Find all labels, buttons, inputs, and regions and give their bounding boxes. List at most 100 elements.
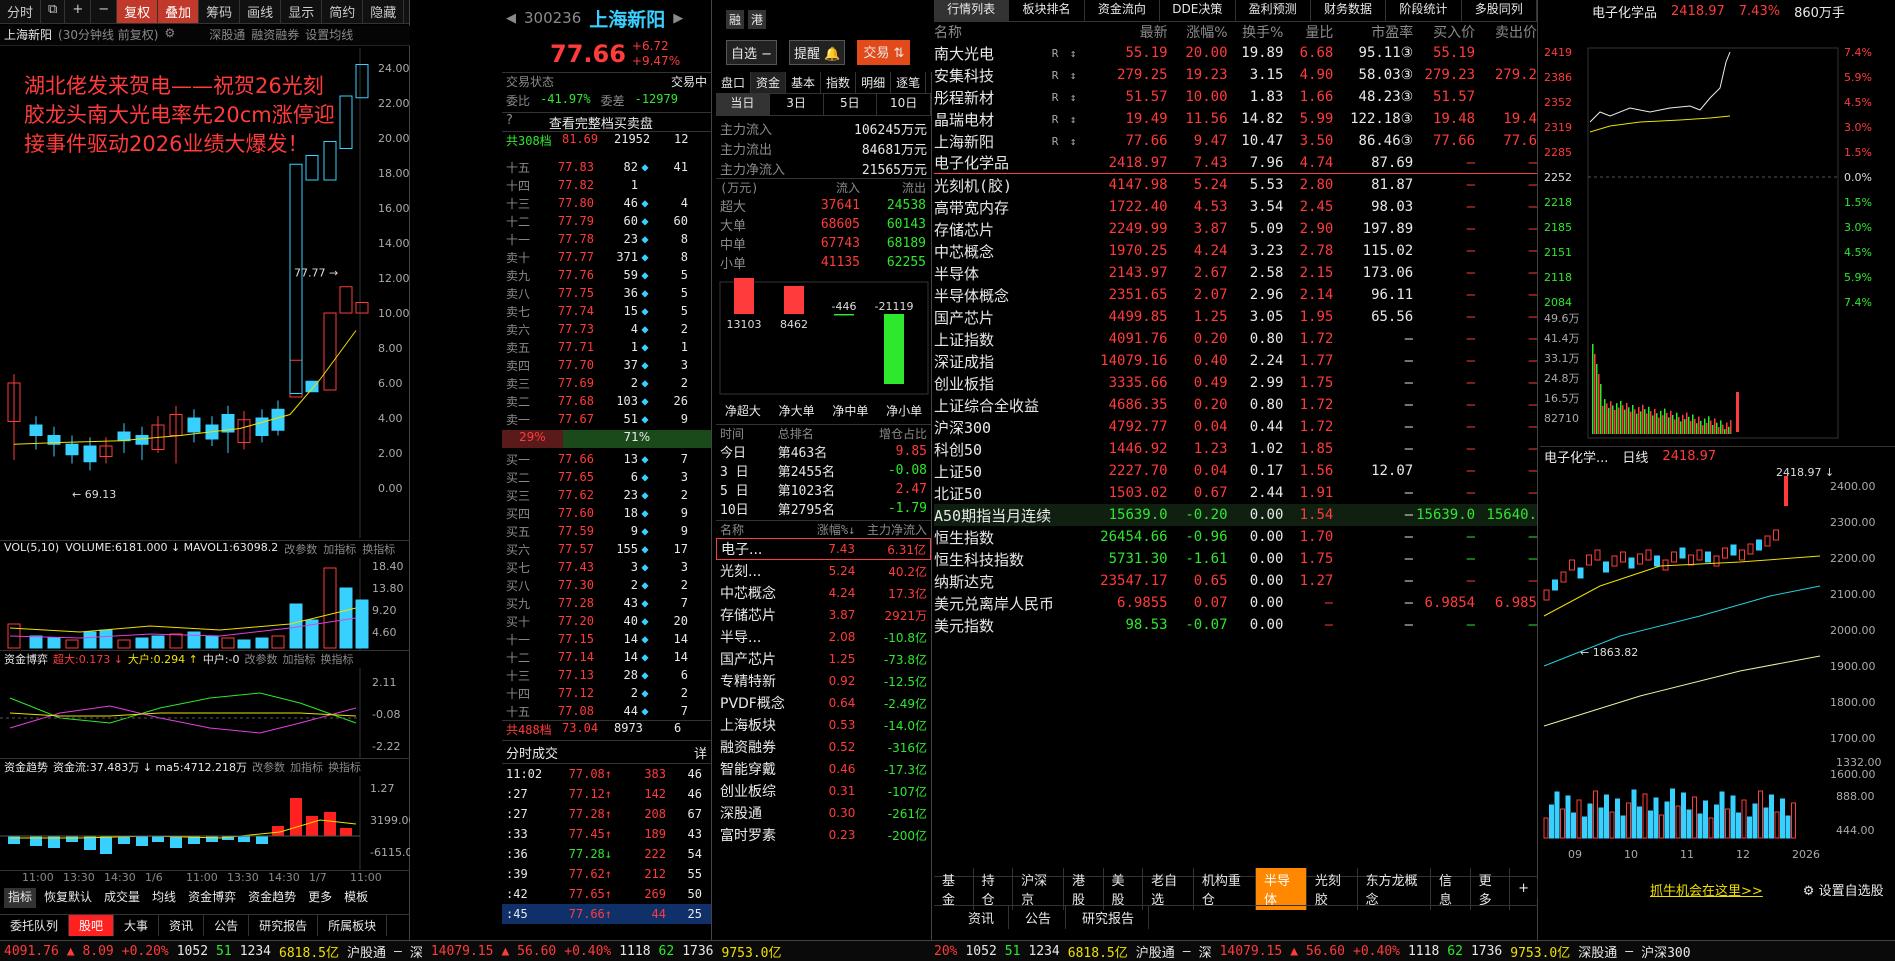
list-row[interactable]: 南大光电 R ↕ 55.19 20.00 19.89 6.68 95.11③ 55.19	[934, 42, 1537, 64]
trade-button[interactable]: 交易 ⇅	[857, 40, 911, 65]
list-bottom-tab[interactable]: 光刻胶	[1307, 867, 1358, 910]
list-bottom-tab[interactable]: 半导体	[1256, 867, 1307, 910]
sector-row[interactable]: PVDF概念 0.64 -2.49亿	[716, 692, 931, 714]
toolbar-btn-6[interactable]: 筹码	[199, 0, 241, 23]
list-row[interactable]: 晶瑞电材 R ↕ 19.49 11.56 14.82 5.99 122.18③ 19.48 19.…	[934, 108, 1537, 130]
list-row[interactable]: 国产芯片 4499.85 1.25 3.05 1.95 65.56 — —	[934, 306, 1537, 328]
list-row[interactable]: 电子化学品 2418.97 7.43 7.96 4.74 87.69 — —	[934, 152, 1537, 174]
list-bottom-tab[interactable]: 信息	[1431, 867, 1471, 910]
sector-row[interactable]: 中芯概念 4.24 17.3亿	[716, 582, 931, 604]
indicator-tab[interactable]: 恢复默认	[40, 888, 96, 908]
hk-tag[interactable]: 港	[748, 10, 767, 29]
book-row[interactable]: 十三 77.80 46 ◆ 4	[502, 194, 711, 212]
toolbar-btn-5[interactable]: 叠加	[158, 0, 200, 23]
list-bottom-tab[interactable]: +	[1510, 879, 1539, 898]
list-top-tab[interactable]: DDE决策	[1160, 0, 1236, 21]
book-row[interactable]: 十五 77.83 82 ◆ 41	[502, 158, 711, 176]
list-top-tab[interactable]: 阶段统计	[1386, 0, 1462, 21]
list-top-tab[interactable]: 板块排名	[1009, 0, 1085, 21]
book-row[interactable]: 十一 77.15 14 ◆ 14	[502, 630, 711, 648]
tr-add-button[interactable]: 加指标	[290, 759, 323, 776]
margin-tag[interactable]: 融	[726, 10, 745, 29]
list-row[interactable]: 中芯概念 1970.25 4.24 3.23 2.78 115.02 — —	[934, 240, 1537, 262]
book-row[interactable]: 十四 77.12 2 ◆ 2	[502, 684, 711, 702]
list-bottom-tab[interactable]: 沪深京	[1013, 867, 1064, 910]
book-row[interactable]: 卖六 77.73 4 ◆ 2	[502, 320, 711, 338]
book-row[interactable]: 十一 77.78 23 ◆ 8	[502, 230, 711, 248]
full-depth-link[interactable]: ? 查看完整档买卖盘	[502, 112, 711, 132]
flow-tab[interactable]: 盘口	[716, 72, 752, 93]
list-row[interactable]: 恒生科技指数 5731.30 -1.61 0.00 1.75 — — —	[934, 548, 1537, 570]
list-top-tab[interactable]: 资金流向	[1085, 0, 1161, 21]
sector-row[interactable]: 光刻... 5.24 40.2亿	[716, 560, 931, 582]
period-tab[interactable]: 10日	[877, 94, 931, 115]
book-row[interactable]: 买五 77.59 9 ◆ 9	[502, 522, 711, 540]
list-row[interactable]: 美元指数 98.53 -0.07 0.00 — — — —	[934, 614, 1537, 636]
list-row[interactable]: 彤程新材 R ↕ 51.57 10.00 1.83 1.66 48.23③ 51.57	[934, 86, 1537, 108]
margin-button[interactable]: 融资融券	[251, 26, 299, 45]
toolbar-btn-9[interactable]: 简约	[322, 0, 364, 23]
flow-tab[interactable]: 指数	[821, 72, 857, 93]
book-row[interactable]: 买八 77.30 2 ◆ 2	[502, 576, 711, 594]
period-tab[interactable]: 5日	[824, 94, 878, 115]
toolbar-btn-1[interactable]: ⧉	[41, 0, 66, 23]
bottom-tab[interactable]: 大事	[114, 915, 160, 936]
help-icon[interactable]: ?	[506, 113, 513, 131]
bo-param-button[interactable]: 改参数	[245, 651, 278, 668]
book-row[interactable]: 卖七 77.74 15 ◆ 5	[502, 302, 711, 320]
flow-tab[interactable]: 基本	[786, 72, 822, 93]
prev-stock-icon[interactable]: ◀	[506, 11, 516, 26]
list-row[interactable]: 美元兑离岸人民币 6.9855 0.07 0.00 — — 6.9854 6.985	[934, 592, 1537, 614]
list-bottom-tab[interactable]: 机构重仓	[1194, 867, 1256, 910]
list-row[interactable]: 存储芯片 2249.99 3.87 5.09 2.90 197.89 — —	[934, 218, 1537, 240]
flow-tab[interactable]: 明细	[856, 72, 892, 93]
watchlist-settings-button[interactable]: ⚙ 设置自选股	[1803, 880, 1884, 899]
sector-row[interactable]: 电子... 7.43 6.31亿	[716, 538, 931, 560]
toolbar-btn-2[interactable]: +	[65, 0, 92, 23]
book-row[interactable]: 卖九 77.76 59 ◆ 5	[502, 266, 711, 284]
list-row[interactable]: 纳斯达克 23547.17 0.65 0.00 1.27 — — —	[934, 570, 1537, 592]
bottom-tab[interactable]: 委托队列	[0, 915, 70, 936]
book-row[interactable]: 十二 77.79 60 ◆ 60	[502, 212, 711, 230]
book-row[interactable]: 买二 77.65 6 ◆ 3	[502, 468, 711, 486]
bo-add-button[interactable]: 加指标	[283, 651, 316, 668]
toolbar-btn-0[interactable]: 分时	[0, 0, 42, 23]
indicator-tab[interactable]: 更多	[304, 888, 336, 908]
toolbar-btn-8[interactable]: 显示	[281, 0, 323, 23]
book-row[interactable]: 卖一 77.67 51 ◆ 9	[502, 410, 711, 428]
opportunity-link[interactable]: 抓牛机会在这里>>	[1650, 880, 1763, 899]
next-stock-icon[interactable]: ▶	[673, 11, 683, 26]
sector-row[interactable]: 智能穿戴 0.46 -17.3亿	[716, 758, 931, 780]
list-row[interactable]: 上海新阳 R ↕ 77.66 9.47 10.47 3.50 86.46③ 77.66 77.6	[934, 130, 1537, 152]
watchlist-button[interactable]: 自选 −	[726, 40, 778, 65]
indicator-tab[interactable]: 指标	[4, 888, 37, 908]
indicator-tab[interactable]: 资金趋势	[244, 888, 300, 908]
book-row[interactable]: 买六 77.57 155 ◆ 17	[502, 540, 711, 558]
list-row[interactable]: 安集科技 R ↕ 279.25 19.23 3.15 4.90 58.03③ 279.23 279…	[934, 64, 1537, 86]
list-top-tab[interactable]: 行情列表	[934, 0, 1010, 21]
list-row[interactable]: 科创50 1446.92 1.23 1.02 1.85 — — —	[934, 438, 1537, 460]
book-row[interactable]: 买四 77.60 18 ◆ 9	[502, 504, 711, 522]
indicator-tab[interactable]: 均线	[148, 888, 180, 908]
list-row[interactable]: 光刻机(胶) 4147.98 5.24 5.53 2.80 81.87 — —	[934, 174, 1537, 196]
book-row[interactable]: 卖十 77.77 371 ◆ 8	[502, 248, 711, 266]
list-bottom-tab[interactable]: 基金	[934, 867, 974, 910]
list-row[interactable]: A50期指当月连续 15639.0 -0.20 0.00 1.54—15639.0 156…	[934, 504, 1537, 526]
sector-row[interactable]: 富时罗素 0.23 -200亿	[716, 824, 931, 846]
period-tab[interactable]: 3日	[770, 94, 824, 115]
list-row[interactable]: 半导体概念 2351.65 2.07 2.96 2.14 96.11 — —	[934, 284, 1537, 306]
book-row[interactable]: 卖八 77.75 36 ◆ 5	[502, 284, 711, 302]
sector-row[interactable]: 存储芯片 3.87 2921万	[716, 604, 931, 626]
book-row[interactable]: 买一 77.66 13 ◆ 7	[502, 450, 711, 468]
list-row[interactable]: 高带宽内存 1722.40 4.53 3.54 2.45 98.03 — —	[934, 196, 1537, 218]
tr-switch-button[interactable]: 换指标	[328, 759, 361, 776]
period-tab[interactable]: 当日	[716, 94, 770, 115]
book-row[interactable]: 十四 77.82 1	[502, 176, 711, 194]
ma-settings-button[interactable]: 设置均线	[305, 26, 353, 45]
sector-row[interactable]: 上海板块 0.53 -14.0亿	[716, 714, 931, 736]
vol-param-button[interactable]: 改参数	[284, 541, 317, 558]
sector-row[interactable]: 半导... 2.08 -10.8亿	[716, 626, 931, 648]
book-row[interactable]: 买十 77.20 40 ◆ 20	[502, 612, 711, 630]
list-row[interactable]: 创业板指 3335.66 0.49 2.99 1.75 — — —	[934, 372, 1537, 394]
sector-row[interactable]: 国产芯片 1.25 -73.8亿	[716, 648, 931, 670]
